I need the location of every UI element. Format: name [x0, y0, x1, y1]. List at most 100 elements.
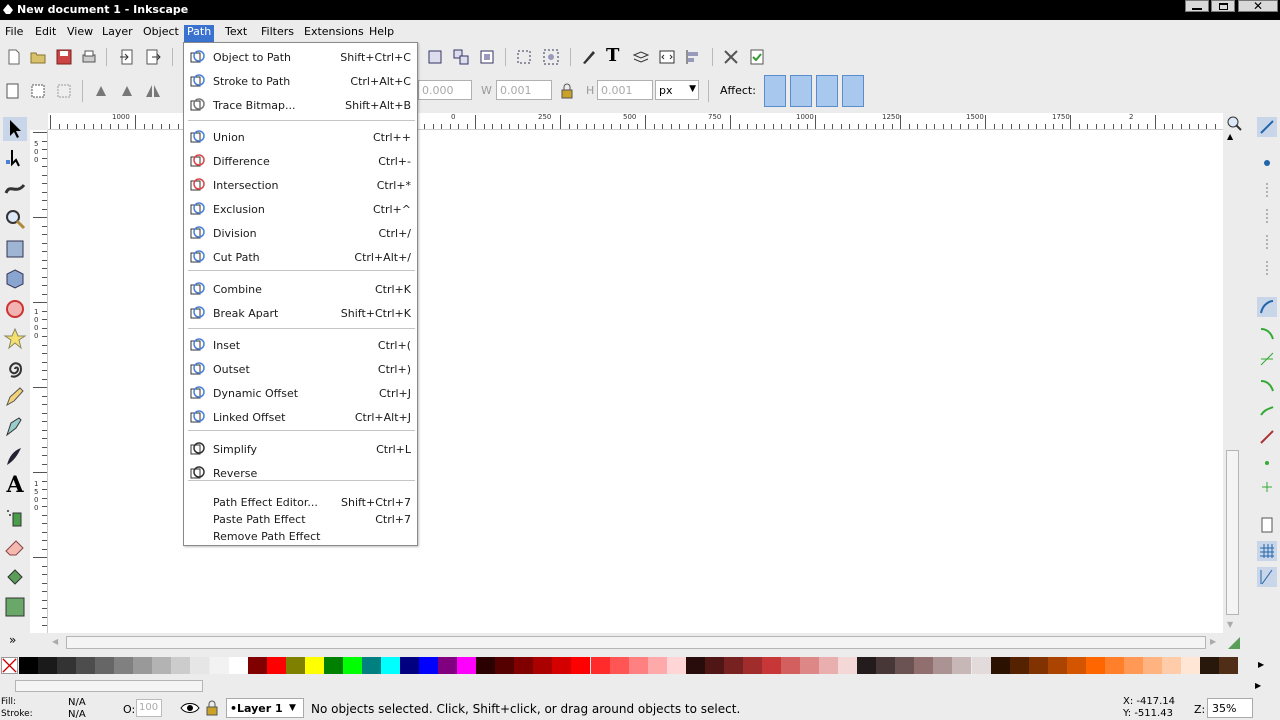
snap-smooth-nodes-icon[interactable]: [1257, 401, 1277, 421]
close-button[interactable]: ✕: [1238, 0, 1278, 13]
menu-path[interactable]: Path: [184, 25, 215, 42]
menu-item-simplify[interactable]: Simplify Ctrl+L: [184, 438, 417, 460]
palette-swatch[interactable]: [761, 657, 781, 674]
new-document-icon[interactable]: [5, 48, 23, 66]
palette-swatch[interactable]: [819, 657, 839, 674]
menu-item-exclusion[interactable]: Exclusion Ctrl+^: [184, 198, 417, 220]
snap-intersections-icon[interactable]: [1257, 349, 1277, 369]
palette-swatch[interactable]: [914, 657, 934, 674]
palette-swatch[interactable]: [1219, 657, 1239, 674]
palette-swatch[interactable]: [476, 657, 496, 674]
eraser-tool-icon[interactable]: [3, 535, 27, 559]
palette-swatch[interactable]: [1123, 657, 1143, 674]
fill-stroke-icon[interactable]: [580, 48, 598, 66]
palette-swatch[interactable]: [323, 657, 343, 674]
star-tool-icon[interactable]: [3, 327, 27, 351]
zoom-tool-icon[interactable]: [3, 207, 27, 231]
flip-horizontal-icon[interactable]: [144, 82, 162, 100]
calligraphy-tool-icon[interactable]: [3, 445, 27, 469]
tweak-tool-icon[interactable]: [3, 175, 27, 199]
opacity-field[interactable]: 100: [136, 699, 162, 717]
align-distribute-icon[interactable]: [684, 48, 702, 66]
zoom-selection-icon[interactable]: [515, 48, 533, 66]
palette-swatch[interactable]: [838, 657, 858, 674]
palette-swatch[interactable]: [1085, 657, 1105, 674]
layers-icon[interactable]: [632, 48, 650, 66]
menu-item-dynamic-offset[interactable]: Dynamic Offset Ctrl+J: [184, 382, 417, 404]
select-all-layers-icon[interactable]: [29, 82, 47, 100]
palette-swatch[interactable]: [152, 657, 172, 674]
menu-help[interactable]: Help: [366, 25, 397, 42]
menu-item-object-to-path[interactable]: Object to Path Shift+Ctrl+C: [184, 46, 417, 68]
more-tools-icon[interactable]: »: [9, 633, 16, 647]
menu-edit[interactable]: Edit: [32, 25, 59, 42]
palette-swatch[interactable]: [533, 657, 553, 674]
snap-paths-icon[interactable]: [1257, 323, 1277, 343]
palette-swatch[interactable]: [895, 657, 915, 674]
group-icon[interactable]: [426, 48, 444, 66]
palette-swatch[interactable]: [685, 657, 705, 674]
snap-page-border-icon[interactable]: [1257, 515, 1277, 535]
layer-lock-icon[interactable]: [204, 700, 220, 716]
spray-tool-icon[interactable]: [3, 505, 27, 529]
lock-icon[interactable]: [558, 82, 576, 100]
palette-swatch[interactable]: [400, 657, 419, 674]
snap-grids-icon[interactable]: [1257, 541, 1277, 561]
palette-swatch[interactable]: [571, 657, 591, 674]
open-folder-icon[interactable]: [29, 48, 47, 66]
document-properties-icon[interactable]: [748, 48, 766, 66]
palette-swatch[interactable]: [1009, 657, 1029, 674]
palette-swatch[interactable]: [514, 657, 534, 674]
deselect-icon[interactable]: [55, 82, 73, 100]
unit-select[interactable]: px ▼: [655, 80, 699, 100]
palette-swatch[interactable]: [609, 657, 629, 674]
scroll-up-icon[interactable]: ▲: [1227, 132, 1233, 141]
palette-swatch[interactable]: [171, 657, 191, 674]
menu-extensions[interactable]: Extensions: [301, 25, 367, 42]
palette-scrollbar-right-icon[interactable]: ▶: [1255, 681, 1261, 690]
xml-editor-icon[interactable]: [658, 48, 676, 66]
w-field[interactable]: 0.001: [496, 80, 552, 100]
palette-swatch[interactable]: [666, 657, 686, 674]
zoom-corner-icon[interactable]: [1226, 115, 1242, 131]
palette-swatch[interactable]: [1200, 657, 1220, 674]
menu-item-union[interactable]: Union Ctrl++: [184, 126, 417, 148]
palette-swatch[interactable]: [1162, 657, 1181, 674]
minimize-button[interactable]: [1185, 0, 1209, 12]
menu-item-inset[interactable]: Inset Ctrl+(: [184, 334, 417, 356]
palette-swatch[interactable]: [552, 657, 572, 674]
zoom-field[interactable]: 35%: [1207, 698, 1253, 718]
palette-swatch[interactable]: [1104, 657, 1124, 674]
paint-bucket-tool-icon[interactable]: [3, 565, 27, 589]
palette-swatch[interactable]: [1142, 657, 1162, 674]
menu-view[interactable]: View: [64, 25, 96, 42]
palette-swatch[interactable]: [285, 657, 305, 674]
palette-swatch[interactable]: [781, 657, 800, 674]
palette-swatch[interactable]: [876, 657, 896, 674]
palette-swatch[interactable]: [380, 657, 400, 674]
palette-scrollbar-thumb[interactable]: [15, 680, 203, 692]
palette-swatch[interactable]: [133, 657, 153, 674]
palette-swatch[interactable]: [647, 657, 667, 674]
palette-swatch[interactable]: [952, 657, 972, 674]
menu-item-trace-bitmap[interactable]: Trace Bitmap... Shift+Alt+B: [184, 94, 417, 116]
palette-swatch[interactable]: [1028, 657, 1048, 674]
print-icon[interactable]: [80, 48, 98, 66]
snap-bbox-midpoint-icon[interactable]: [1257, 233, 1277, 253]
menu-item-outset[interactable]: Outset Ctrl+): [184, 358, 417, 380]
palette-swatch[interactable]: [95, 657, 115, 674]
ellipse-tool-icon[interactable]: [3, 297, 27, 321]
palette-swatch[interactable]: [304, 657, 324, 674]
palette-swatch[interactable]: [857, 657, 877, 674]
rectangle-tool-icon[interactable]: [3, 237, 27, 261]
snap-object-midpoints-icon[interactable]: [1257, 453, 1277, 473]
palette-swatch[interactable]: [933, 657, 953, 674]
menu-item-linked-offset[interactable]: Linked Offset Ctrl+Alt+J: [184, 406, 417, 428]
menu-object[interactable]: Object: [140, 25, 182, 42]
scroll-right-icon[interactable]: ▶: [1210, 637, 1216, 646]
menu-item-stroke-to-path[interactable]: Stroke to Path Ctrl+Alt+C: [184, 70, 417, 92]
menu-file[interactable]: File: [2, 25, 26, 42]
maximize-button[interactable]: [1211, 0, 1235, 12]
preferences-icon[interactable]: [722, 48, 740, 66]
palette-scroll-right-icon[interactable]: ▶: [1258, 660, 1264, 669]
